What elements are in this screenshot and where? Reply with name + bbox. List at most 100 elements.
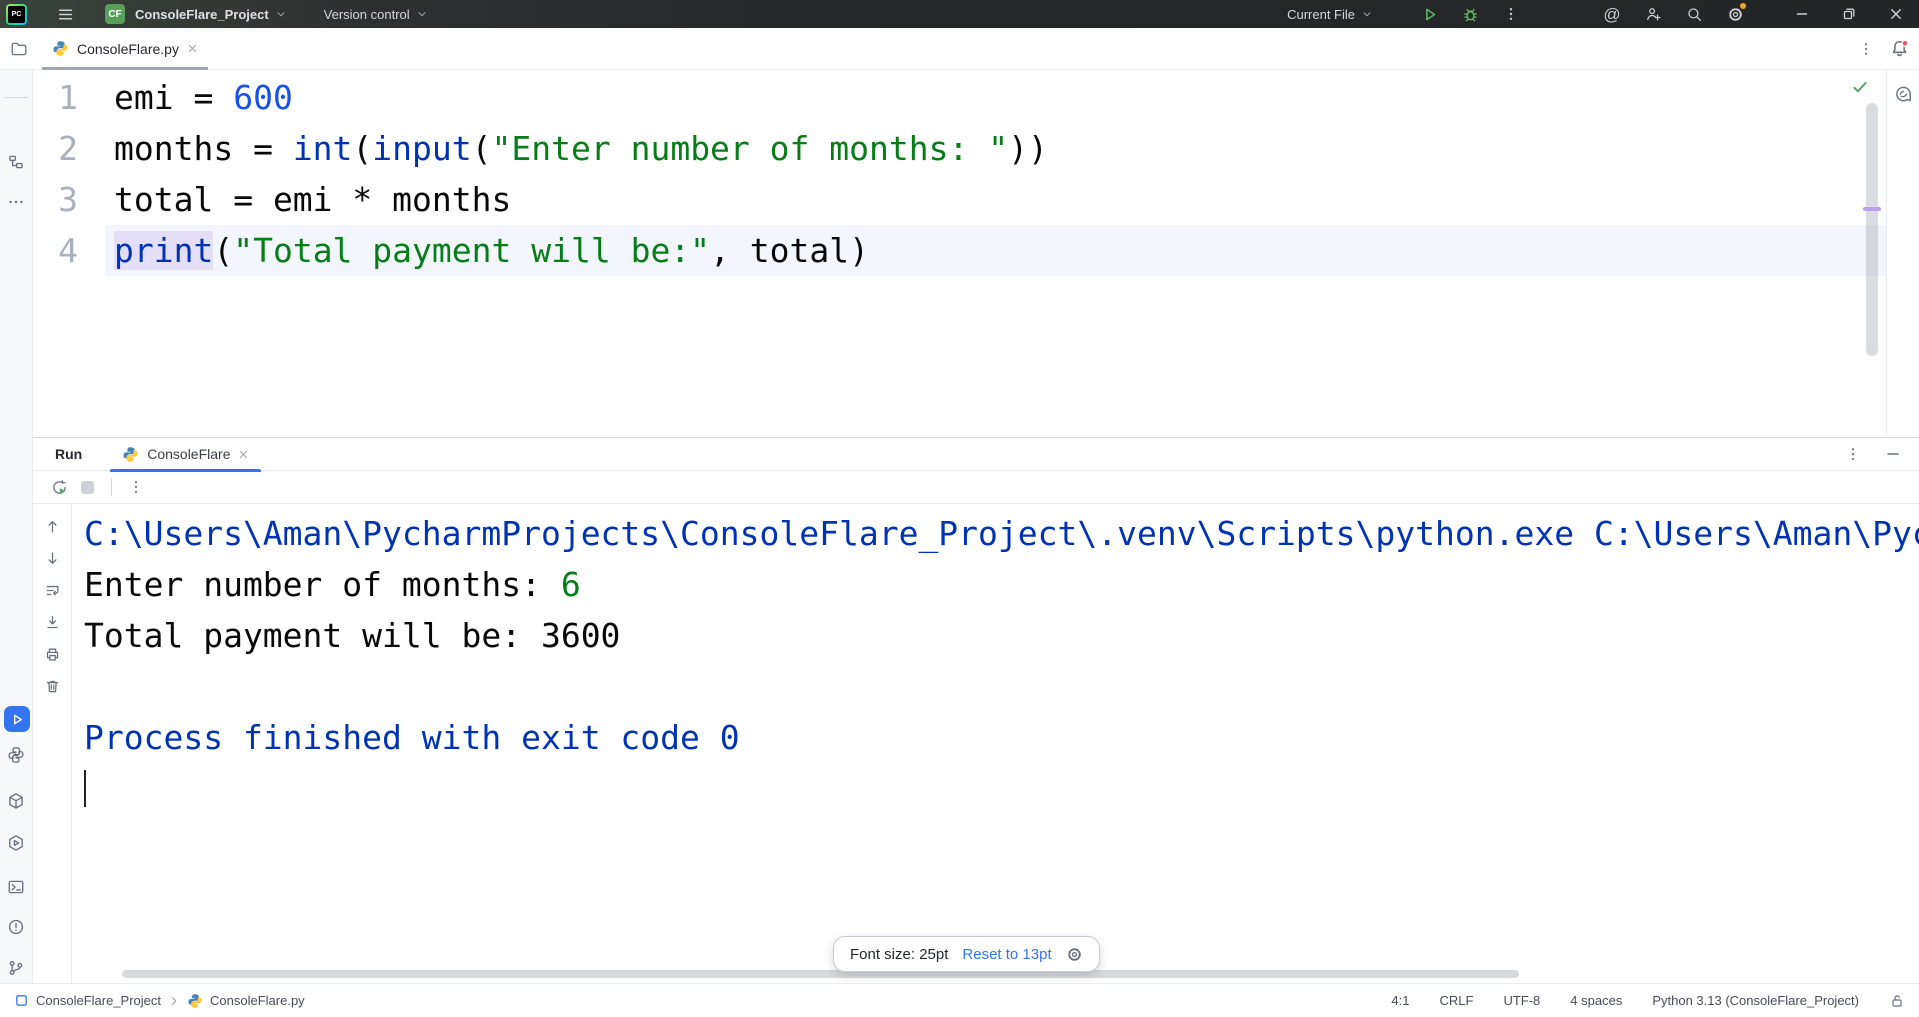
toolbar-separator bbox=[111, 478, 112, 496]
python-file-icon bbox=[187, 993, 203, 1009]
run-toolbar bbox=[33, 471, 1919, 504]
status-bar: ConsoleFlare_Project ConsoleFlare.py 4:1… bbox=[0, 983, 1919, 1017]
tab-close-icon[interactable] bbox=[187, 43, 198, 54]
token-plain: emi = bbox=[114, 78, 233, 117]
code-line[interactable]: 1emi = 600 bbox=[33, 72, 1886, 123]
ai-assistant-icon[interactable]: @ bbox=[1598, 0, 1626, 28]
rerun-button[interactable] bbox=[51, 479, 68, 496]
search-everywhere-icon[interactable] bbox=[1680, 0, 1708, 28]
encoding-widget[interactable]: UTF-8 bbox=[1503, 993, 1540, 1008]
code-editor[interactable]: 1emi = 6002months = int(input("Enter num… bbox=[33, 70, 1886, 437]
editor-tab-consoleflare[interactable]: ConsoleFlare.py bbox=[42, 28, 208, 70]
token-builtin: input bbox=[372, 129, 471, 168]
notifications-bell-icon[interactable] bbox=[1890, 39, 1909, 58]
ai-chat-tool-icon[interactable] bbox=[1893, 84, 1913, 104]
token-input: 6 bbox=[561, 565, 581, 604]
code-line[interactable]: 4print("Total payment will be:", total) bbox=[33, 225, 1886, 276]
scroll-to-end-icon[interactable] bbox=[44, 614, 61, 631]
debug-button[interactable] bbox=[1456, 0, 1484, 28]
up-the-stack-trace-icon[interactable] bbox=[44, 518, 61, 535]
inspections-ok-check-icon[interactable] bbox=[1851, 78, 1869, 96]
run-configuration-selector[interactable]: Current File bbox=[1281, 0, 1380, 28]
title-bar: PC CF ConsoleFlare_Project Version contr… bbox=[0, 0, 1919, 28]
unlocked-padlock-icon[interactable] bbox=[1889, 993, 1905, 1009]
python-packages-tool-icon[interactable] bbox=[6, 791, 26, 811]
run-tab-consoleflare[interactable]: ConsoleFlare bbox=[110, 438, 261, 471]
breadcrumb-project[interactable]: ConsoleFlare_Project bbox=[36, 993, 161, 1008]
python-run-icon bbox=[122, 446, 139, 463]
breadcrumb-chevron-icon bbox=[168, 995, 180, 1007]
run-tab-label: ConsoleFlare bbox=[147, 446, 230, 462]
code-lines: 1emi = 6002months = int(input("Enter num… bbox=[33, 72, 1886, 276]
font-settings-gear-icon[interactable] bbox=[1066, 946, 1083, 963]
run-button[interactable] bbox=[1415, 0, 1443, 28]
console-output[interactable]: C:\Users\Aman\PycharmProjects\ConsoleFla… bbox=[72, 504, 1919, 983]
window-restore-button[interactable] bbox=[1825, 0, 1872, 28]
terminal-tool-icon[interactable] bbox=[6, 877, 26, 897]
editor-vertical-scrollbar[interactable] bbox=[1866, 103, 1878, 356]
token-builtin: int bbox=[293, 129, 353, 168]
right-tool-stripe bbox=[1886, 70, 1919, 437]
problems-tool-icon[interactable] bbox=[6, 917, 26, 937]
code-with-me-user-plus-icon[interactable] bbox=[1639, 0, 1667, 28]
stripe-divider bbox=[5, 97, 28, 98]
more-actions-kebab-icon[interactable] bbox=[1497, 0, 1525, 28]
main-menu-hamburger-icon[interactable] bbox=[51, 0, 79, 28]
left-tool-stripe bbox=[0, 70, 33, 983]
settings-notification-dot bbox=[1740, 3, 1746, 9]
run-toolbar-kebab-icon[interactable] bbox=[127, 479, 144, 496]
token-plain: total = emi * months bbox=[114, 180, 511, 219]
console-line bbox=[84, 763, 1919, 814]
soft-wrap-icon[interactable] bbox=[44, 582, 61, 599]
print-icon[interactable] bbox=[44, 646, 61, 663]
token-builtin-hl: print bbox=[114, 231, 213, 270]
font-size-tooltip: Font size: 25pt Reset to 13pt bbox=[833, 936, 1100, 972]
settings-gear-icon[interactable] bbox=[1721, 0, 1749, 28]
run-tool-window-button-active[interactable] bbox=[4, 706, 30, 732]
run-panel-title: Run bbox=[55, 446, 82, 462]
indent-widget[interactable]: 4 spaces bbox=[1570, 993, 1622, 1008]
run-panel-header: Run ConsoleFlare bbox=[33, 438, 1919, 471]
run-panel-options-kebab-icon[interactable] bbox=[1845, 446, 1861, 462]
more-tool-windows-icon[interactable] bbox=[6, 192, 26, 212]
token-plain: , total) bbox=[710, 231, 869, 270]
code-line[interactable]: 2months = int(input("Enter number of mon… bbox=[33, 123, 1886, 174]
python-console-tool-icon[interactable] bbox=[6, 745, 26, 765]
console-line: Total payment will be: 3600 bbox=[84, 610, 1919, 661]
editor-options-kebab-icon[interactable] bbox=[1858, 41, 1874, 57]
version-control-menu[interactable]: Version control bbox=[318, 0, 435, 28]
breadcrumb-file[interactable]: ConsoleFlare.py bbox=[210, 993, 305, 1008]
down-the-stack-trace-icon[interactable] bbox=[44, 550, 61, 567]
pycharm-logo-icon: PC bbox=[6, 4, 27, 25]
console-horizontal-scrollbar[interactable] bbox=[122, 970, 1519, 978]
token-plain: ( bbox=[472, 129, 492, 168]
editor-tab-bar: ConsoleFlare.py bbox=[0, 28, 1919, 70]
project-selector[interactable]: ConsoleFlare_Project bbox=[129, 0, 294, 28]
font-size-text: Font size: 25pt bbox=[850, 946, 948, 963]
project-badge: CF bbox=[105, 4, 125, 24]
structure-tool-icon[interactable] bbox=[6, 152, 26, 172]
token-plain: Total payment will be: 3600 bbox=[84, 616, 620, 655]
console-line: C:\Users\Aman\PycharmProjects\ConsoleFla… bbox=[84, 508, 1919, 559]
line-number: 4 bbox=[33, 225, 105, 276]
console-toolbar bbox=[33, 504, 72, 983]
window-minimize-button[interactable] bbox=[1778, 0, 1825, 28]
run-tab-close-icon[interactable] bbox=[238, 449, 249, 460]
chevron-down-icon bbox=[415, 7, 429, 21]
project-tool-window-folder-icon[interactable] bbox=[4, 34, 34, 64]
clear-all-trash-icon[interactable] bbox=[44, 678, 61, 695]
caret-position-widget[interactable]: 4:1 bbox=[1391, 993, 1409, 1008]
line-separator-widget[interactable]: CRLF bbox=[1439, 993, 1473, 1008]
interpreter-widget[interactable]: Python 3.13 (ConsoleFlare_Project) bbox=[1652, 993, 1859, 1008]
caret-position-marker bbox=[1863, 207, 1881, 211]
token-system: C:\Users\Aman\PycharmProjects\ConsoleFla… bbox=[84, 514, 1919, 553]
hide-tool-window-icon[interactable] bbox=[1885, 446, 1901, 462]
reset-font-size-link[interactable]: Reset to 13pt bbox=[962, 946, 1051, 963]
code-line[interactable]: 3total = emi * months bbox=[33, 174, 1886, 225]
window-close-button[interactable] bbox=[1872, 0, 1919, 28]
services-tool-icon[interactable] bbox=[6, 833, 26, 853]
console-caret bbox=[84, 770, 86, 807]
git-branch-tool-icon[interactable] bbox=[6, 958, 26, 978]
line-number: 3 bbox=[33, 174, 105, 225]
stop-button-disabled[interactable] bbox=[79, 479, 96, 496]
